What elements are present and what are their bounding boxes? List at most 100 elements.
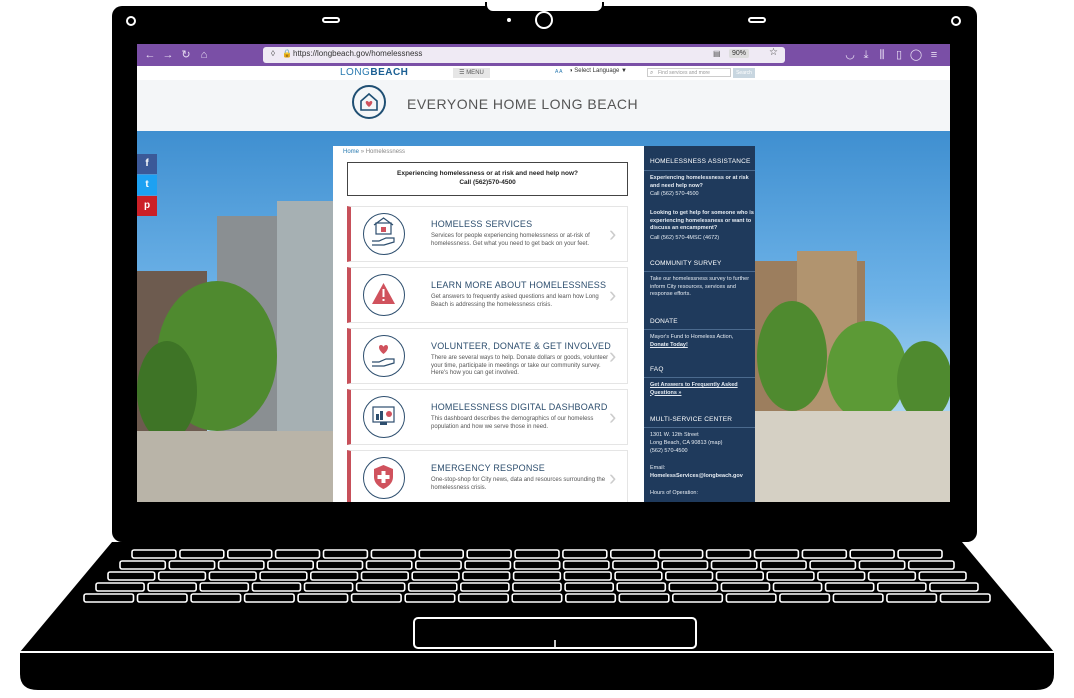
tree bbox=[827, 321, 907, 421]
msc-phone[interactable]: (562) 570-4500 bbox=[650, 448, 754, 456]
street bbox=[755, 411, 950, 502]
webcam-icon bbox=[535, 11, 553, 29]
sidebar-heading-donate: DONATE bbox=[650, 318, 678, 325]
card-description: There are several ways to help. Donate d… bbox=[431, 355, 609, 376]
help-alert-box: Experiencing homelessness or at risk and… bbox=[347, 162, 628, 196]
webcam-light bbox=[507, 18, 511, 22]
bezel-screw bbox=[951, 16, 961, 26]
pocket-icon[interactable]: ◡ bbox=[843, 48, 857, 62]
hamburger-menu-icon[interactable]: ≡ bbox=[927, 48, 941, 62]
assist-phone-2[interactable]: Call (562) 570-4MSC (4672) bbox=[650, 235, 754, 243]
laptop-keyboard-base bbox=[20, 542, 1054, 690]
donate-link[interactable]: Donate Today! bbox=[650, 342, 754, 350]
url-text: https://longbeach.gov/homelessness bbox=[293, 49, 423, 58]
chevron-right-icon: › bbox=[609, 404, 617, 429]
breadcrumb-home-link[interactable]: Home bbox=[343, 149, 359, 155]
main-content-panel: Home » Homelessness Experiencing homeles… bbox=[333, 146, 644, 502]
street bbox=[137, 431, 333, 502]
card-digital-dashboard[interactable]: HOMELESSNESS DIGITAL DASHBOARD This dash… bbox=[347, 389, 628, 445]
card-title: HOMELESSNESS DIGITAL DASHBOARD bbox=[431, 402, 608, 412]
forward-icon[interactable]: → bbox=[161, 48, 175, 62]
sidebar-icon[interactable]: ▯ bbox=[892, 48, 906, 62]
account-icon[interactable]: ◯ bbox=[909, 48, 923, 62]
card-description: Get answers to frequently asked question… bbox=[431, 294, 599, 308]
chevron-right-icon: › bbox=[609, 221, 617, 246]
card-title: EMERGENCY RESPONSE bbox=[431, 463, 545, 473]
page-title: EVERYONE HOME LONG BEACH bbox=[407, 96, 639, 112]
browser-toolbar: ← → ↻ ⌂ ◊ 🔒 https://longbeach.gov/homele… bbox=[137, 44, 950, 66]
divider bbox=[644, 377, 755, 378]
assist-question-1: Experiencing homelessness or at risk and… bbox=[650, 175, 749, 189]
bezel-screw bbox=[126, 16, 136, 26]
bezel-speaker bbox=[748, 17, 766, 23]
sidebar-heading-assistance: HOMELESSNESS ASSISTANCE bbox=[650, 158, 751, 165]
sidebar-heading-faq: FAQ bbox=[650, 366, 664, 373]
card-description: One-stop-shop for City news, data and re… bbox=[431, 477, 606, 491]
card-volunteer-donate[interactable]: VOLUNTEER, DONATE & GET INVOLVED There a… bbox=[347, 328, 628, 384]
card-homeless-services[interactable]: HOMELESS SERVICES Services for people ex… bbox=[347, 206, 628, 262]
card-description: This dashboard describes the demographic… bbox=[431, 416, 594, 430]
facebook-share-icon[interactable]: f bbox=[137, 154, 157, 174]
house-hand-icon bbox=[363, 213, 405, 255]
long-beach-logo[interactable]: LONGBEACH bbox=[340, 67, 408, 78]
sidebar-heading-survey: COMMUNITY SURVEY bbox=[650, 260, 722, 267]
zoom-level[interactable]: 90% bbox=[729, 49, 750, 58]
shield-icon: ◊ bbox=[271, 49, 275, 58]
card-title: LEARN MORE ABOUT HOMELESSNESS bbox=[431, 280, 607, 290]
bookmark-star-icon[interactable]: ☆ bbox=[769, 47, 778, 58]
menu-button[interactable]: ☰ MENU bbox=[453, 68, 490, 78]
laptop-screen: ← → ↻ ⌂ ◊ 🔒 https://longbeach.gov/homele… bbox=[137, 44, 950, 502]
divider bbox=[644, 329, 755, 330]
donate-text: Mayor's Fund to Homeless Action, bbox=[650, 334, 734, 340]
card-emergency-response[interactable]: EMERGENCY RESPONSE One-stop-shop for Cit… bbox=[347, 450, 628, 502]
divider bbox=[644, 170, 755, 171]
address-bar[interactable]: ◊ 🔒 https://longbeach.gov/homelessness ▤… bbox=[263, 47, 785, 63]
assistance-sidebar: HOMELESSNESS ASSISTANCE Experiencing hom… bbox=[644, 146, 755, 502]
tree bbox=[897, 341, 950, 421]
search-icon: ⌕ bbox=[650, 70, 654, 76]
breadcrumb: Home » Homelessness bbox=[343, 149, 405, 155]
twitter-share-icon[interactable]: t bbox=[137, 175, 157, 195]
breadcrumb-current: » Homelessness bbox=[360, 149, 406, 155]
house-heart-logo-icon[interactable] bbox=[352, 85, 386, 119]
card-title: HOMELESS SERVICES bbox=[431, 219, 533, 229]
msc-address-line1: 1301 W. 12th Street bbox=[650, 432, 699, 438]
email-label: Email: bbox=[650, 465, 666, 471]
reader-icon[interactable]: ▤ bbox=[713, 49, 721, 58]
alert-question: Experiencing homelessness or at risk and… bbox=[397, 170, 578, 177]
tree bbox=[757, 301, 827, 411]
card-description: Services for people experiencing homeles… bbox=[431, 233, 590, 247]
library-icon[interactable]: ⫼ bbox=[875, 48, 889, 62]
email-link[interactable]: HomelessServices@longbeach.gov bbox=[650, 473, 754, 481]
sidebar-heading-msc: MULTI-SERVICE CENTER bbox=[650, 416, 733, 423]
lock-icon: 🔒 bbox=[282, 49, 292, 58]
language-select[interactable]: ◑ Select Language ▼ bbox=[569, 68, 627, 74]
home-icon[interactable]: ⌂ bbox=[197, 48, 211, 62]
survey-text[interactable]: Take our homelessness survey to further … bbox=[650, 276, 754, 299]
shield-cross-icon bbox=[363, 457, 405, 499]
hours-label: Hours of Operation: bbox=[650, 490, 698, 496]
faq-link[interactable]: Get Answers to Frequently Asked Question… bbox=[650, 382, 754, 397]
search-input[interactable]: ⌕ Find services and more bbox=[647, 68, 731, 77]
assist-question-2: Looking to get help for someone who is e… bbox=[650, 210, 754, 231]
pinterest-share-icon[interactable]: p bbox=[137, 196, 157, 216]
assist-phone-1[interactable]: Call (562) 570-4500 bbox=[650, 191, 754, 199]
page-header: EVERYONE HOME LONG BEACH bbox=[137, 80, 950, 131]
warning-icon bbox=[363, 274, 405, 316]
back-icon[interactable]: ← bbox=[143, 48, 157, 62]
building bbox=[277, 201, 337, 441]
downloads-icon[interactable]: ⤓ bbox=[859, 48, 873, 62]
alert-phone[interactable]: Call (562)570-4500 bbox=[348, 178, 627, 187]
msc-address-line2[interactable]: Long Beach, CA 90813 (map) bbox=[650, 440, 754, 448]
divider bbox=[644, 271, 755, 272]
text-size-icon[interactable]: A A bbox=[555, 69, 563, 75]
search-button[interactable]: Search bbox=[733, 68, 755, 78]
dashboard-icon bbox=[363, 396, 405, 438]
site-navbar: LONGBEACH ☰ MENU A A ◑ Select Language ▼… bbox=[137, 66, 950, 81]
reload-icon[interactable]: ↻ bbox=[179, 48, 193, 62]
tree bbox=[137, 341, 197, 441]
card-learn-more[interactable]: LEARN MORE ABOUT HOMELESSNESS Get answer… bbox=[347, 267, 628, 323]
divider bbox=[644, 427, 755, 428]
bezel-speaker bbox=[322, 17, 340, 23]
heart-hand-icon bbox=[363, 335, 405, 377]
